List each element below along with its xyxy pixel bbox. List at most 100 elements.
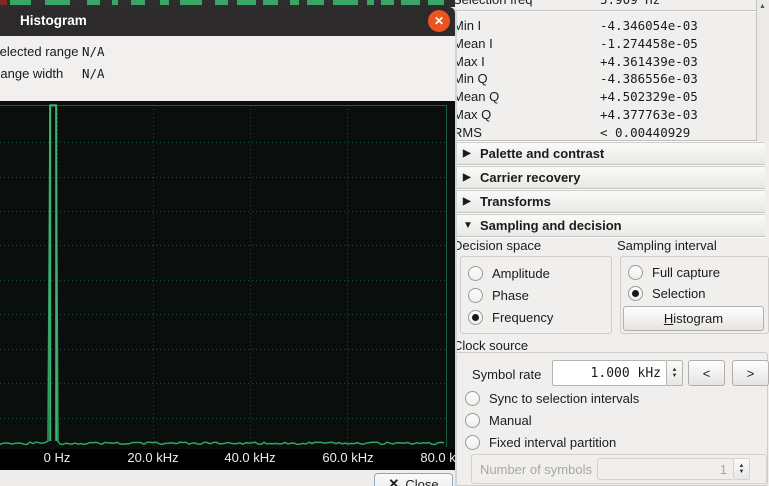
stat-label: Mean I bbox=[453, 36, 493, 51]
symbol-rate-input[interactable]: 1.000 kHz bbox=[552, 360, 667, 386]
radio-icon[interactable] bbox=[628, 265, 643, 280]
stat-label: Min Q bbox=[453, 71, 488, 86]
symbol-rate-label: Symbol rate bbox=[472, 367, 541, 382]
decrement-label: < bbox=[703, 366, 711, 381]
radio-full-capture[interactable]: Full capture bbox=[628, 264, 720, 280]
number-of-symbols-label: Number of symbols bbox=[480, 462, 592, 477]
stat-label: Min I bbox=[453, 18, 481, 33]
expand-arrow-icon: ▼ bbox=[463, 220, 473, 231]
symbol-rate-decrement-button[interactable]: < bbox=[688, 360, 725, 386]
symbol-rate-spinner[interactable]: ▲ ▼ bbox=[667, 360, 683, 386]
x-tick-40khz: 40.0 kHz bbox=[224, 450, 275, 465]
increment-label: > bbox=[747, 366, 755, 381]
decision-space-label: Decision space bbox=[453, 238, 541, 253]
close-button-label: Close bbox=[405, 477, 438, 486]
sampling-interval-label: Sampling interval bbox=[617, 238, 717, 253]
symbol-rate-increment-button[interactable]: > bbox=[732, 360, 769, 386]
application-root: Selection freq 5.909 Hz Min I -4.346054e… bbox=[0, 0, 769, 486]
stat-row: RMS < 0.00440929 bbox=[450, 125, 756, 141]
histogram-plot: 0 Hz 20.0 kHz 40.0 kHz 60.0 kHz 80.0 kHz bbox=[0, 101, 455, 470]
scroll-up-icon[interactable]: ▲ bbox=[759, 3, 766, 10]
radio-selection[interactable]: Selection bbox=[628, 285, 705, 301]
stat-value: -1.274458e-05 bbox=[600, 36, 698, 51]
signal-block bbox=[160, 0, 169, 5]
signal-block bbox=[428, 0, 444, 5]
radio-sync-to-selection-intervals[interactable]: Sync to selection intervals bbox=[465, 390, 639, 406]
signal-block bbox=[381, 0, 394, 5]
symbol-rate-value: 1.000 kHz bbox=[591, 366, 661, 381]
radio-manual[interactable]: Manual bbox=[465, 412, 532, 428]
stat-value: +4.377763e-03 bbox=[600, 107, 698, 122]
signal-block bbox=[401, 0, 420, 5]
number-of-symbols-input: 1 bbox=[597, 458, 734, 480]
radio-label: Selection bbox=[652, 286, 705, 301]
stat-row: Mean Q +4.502329e-05 bbox=[450, 89, 756, 105]
signal-block bbox=[180, 0, 202, 5]
close-x-icon: ✕ bbox=[388, 476, 399, 486]
radio-phase[interactable]: Phase bbox=[468, 287, 529, 303]
signal-block bbox=[87, 0, 100, 5]
signal-block bbox=[10, 0, 31, 5]
histogram-button[interactable]: Histogram bbox=[623, 306, 764, 331]
stat-row: Max Q +4.377763e-03 bbox=[450, 107, 756, 123]
radio-label: Frequency bbox=[492, 310, 553, 325]
radio-amplitude[interactable]: Amplitude bbox=[468, 265, 550, 281]
clock-source-label: Clock source bbox=[453, 338, 528, 353]
signal-block bbox=[307, 0, 324, 5]
signal-block bbox=[333, 0, 358, 5]
stat-value: -4.386556e-03 bbox=[600, 71, 698, 86]
section-transforms[interactable]: ▶ Transforms bbox=[450, 190, 765, 213]
spin-down-icon: ▼ bbox=[739, 469, 745, 475]
stat-value: < 0.00440929 bbox=[600, 125, 690, 140]
radio-frequency[interactable]: Frequency bbox=[468, 309, 553, 325]
dialog-title: Histogram bbox=[20, 13, 87, 28]
histogram-dialog: Histogram ✕ Selected range N/A Range wid… bbox=[0, 7, 457, 486]
settings-panel: Selection freq 5.909 Hz Min I -4.346054e… bbox=[450, 0, 769, 486]
radio-label: Manual bbox=[489, 413, 532, 428]
radio-icon[interactable] bbox=[468, 310, 483, 325]
x-tick-20khz: 20.0 kHz bbox=[127, 450, 178, 465]
signal-block bbox=[290, 0, 299, 5]
stat-label: Max I bbox=[453, 54, 485, 69]
stat-value: +4.502329e-05 bbox=[600, 89, 698, 104]
collapse-arrow-icon: ▶ bbox=[463, 196, 473, 207]
section-sampling-and-decision[interactable]: ▼ Sampling and decision bbox=[450, 214, 765, 237]
signal-pattern-strip bbox=[0, 0, 455, 7]
signal-block bbox=[367, 0, 374, 5]
stat-row: Min Q -4.386556e-03 bbox=[450, 71, 756, 87]
section-carrier-recovery[interactable]: ▶ Carrier recovery bbox=[450, 166, 765, 189]
radio-icon[interactable] bbox=[465, 435, 480, 450]
scrollbar[interactable]: ▲ bbox=[756, 0, 769, 141]
stat-label: Mean Q bbox=[453, 89, 499, 104]
close-button[interactable]: ✕ Close bbox=[374, 473, 453, 486]
signal-block bbox=[237, 0, 256, 5]
radio-icon[interactable] bbox=[468, 266, 483, 281]
radio-fixed-interval-partition[interactable]: Fixed interval partition bbox=[465, 434, 616, 450]
selected-range-value: N/A bbox=[82, 44, 105, 59]
radio-label: Amplitude bbox=[492, 266, 550, 281]
divider bbox=[450, 10, 756, 12]
dialog-titlebar[interactable]: Histogram ✕ bbox=[0, 7, 455, 36]
number-of-symbols-spinner: ▲ ▼ bbox=[734, 458, 750, 480]
signal-block bbox=[0, 0, 7, 5]
selected-range-label: Selected range bbox=[0, 44, 78, 59]
section-palette-and-contrast[interactable]: ▶ Palette and contrast bbox=[450, 142, 765, 165]
radio-icon[interactable] bbox=[465, 413, 480, 428]
collapse-arrow-icon: ▶ bbox=[463, 148, 473, 159]
radio-icon[interactable] bbox=[468, 288, 483, 303]
radio-icon[interactable] bbox=[628, 286, 643, 301]
signal-block bbox=[131, 0, 145, 5]
sampling-interval-group: Full capture Selection Histogram bbox=[620, 256, 769, 334]
range-width-value: N/A bbox=[82, 66, 105, 81]
stat-value: +4.361439e-03 bbox=[600, 54, 698, 69]
signal-block bbox=[215, 0, 228, 5]
radio-label: Sync to selection intervals bbox=[489, 391, 639, 406]
radio-label: Phase bbox=[492, 288, 529, 303]
radio-icon[interactable] bbox=[465, 391, 480, 406]
stat-row: Selection freq 5.909 Hz bbox=[450, 0, 756, 8]
x-tick-60khz: 60.0 kHz bbox=[322, 450, 373, 465]
stat-value: 5.909 Hz bbox=[600, 0, 660, 7]
x-tick-0hz: 0 Hz bbox=[44, 450, 71, 465]
window-close-button[interactable]: ✕ bbox=[428, 10, 450, 32]
spin-down-icon[interactable]: ▼ bbox=[672, 373, 678, 379]
